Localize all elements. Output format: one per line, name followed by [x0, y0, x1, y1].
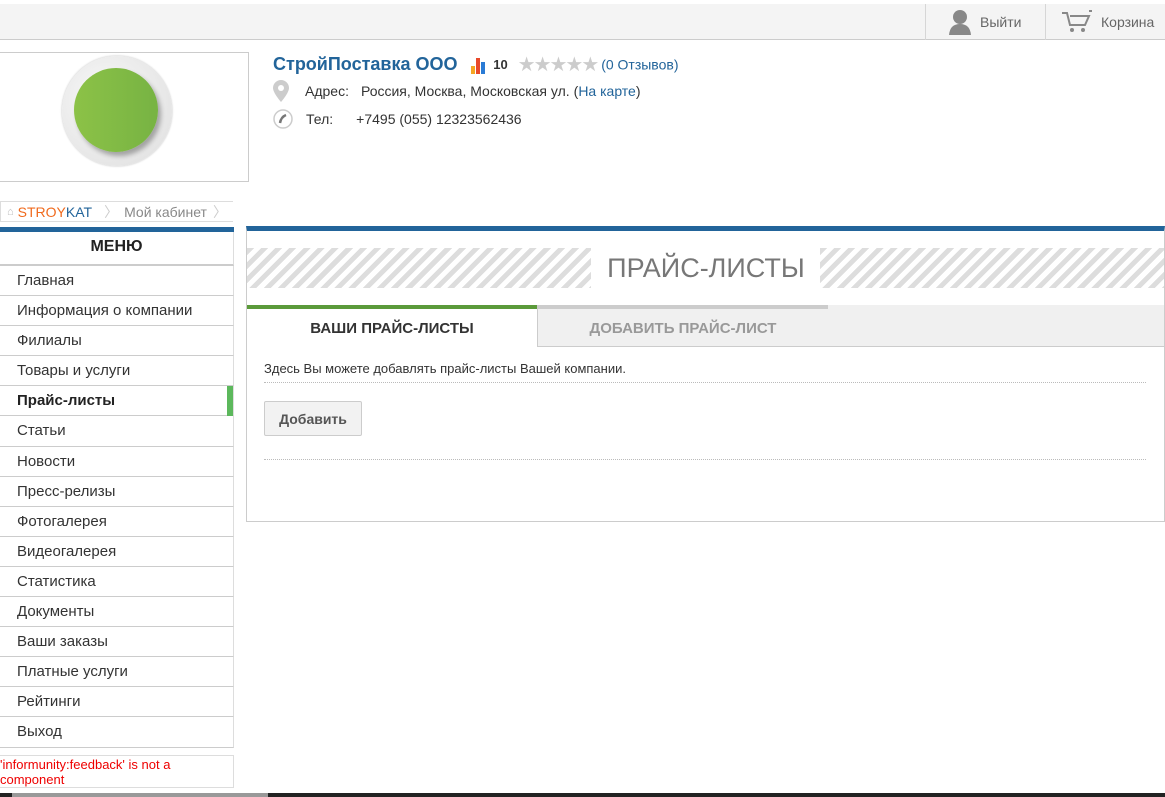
error-message: 'informunity:feedback' is not a componen… [0, 755, 234, 788]
sidebar-item[interactable]: Рейтинги [0, 687, 234, 718]
sidebar-item[interactable]: Информация о компании [0, 296, 234, 327]
company-name: СтройПоставка ООО [273, 54, 458, 74]
address-label: Адрес: [305, 83, 349, 99]
breadcrumb-home[interactable]: ⌂ STROY KAT [0, 201, 99, 222]
tab-your-price-lists[interactable]: ВАШИ ПРАЙС-ЛИСТЫ [247, 305, 537, 348]
main-panel: ПРАЙС-ЛИСТЫ ВАШИ ПРАЙС-ЛИСТЫ ДОБАВИТЬ ПР… [246, 226, 1165, 522]
company-logo [0, 52, 249, 182]
tab-add-price-list[interactable]: ДОБАВИТЬ ПРАЙС-ЛИСТ [537, 305, 828, 347]
rating-chart-icon [471, 57, 486, 74]
top-bar: Выйти Корзина [0, 0, 1165, 40]
sidebar-item[interactable]: Статистика [0, 566, 234, 598]
sidebar-item[interactable]: Выход [0, 717, 234, 748]
sidebar-item[interactable]: Фотогалерея [0, 506, 234, 537]
breadcrumb-current[interactable]: 〉 Мой кабинет 〉 [98, 201, 233, 222]
sidebar-item[interactable]: Филиалы [0, 326, 234, 357]
home-brand-b: KAT [65, 203, 93, 220]
sidebar-item[interactable]: Видеогалерея [0, 536, 234, 567]
logout-button[interactable]: Выйти [925, 4, 1045, 40]
sidebar-item[interactable]: Ваши заказы [0, 627, 234, 658]
reviews-link[interactable]: (0 Отзывов) [601, 57, 678, 73]
horizontal-scrollbar[interactable] [0, 793, 1165, 797]
sidebar-item[interactable]: Платные услуги [0, 657, 234, 688]
home-icon: ⌂ [7, 205, 14, 218]
user-icon [949, 10, 971, 35]
sidebar-item[interactable]: Главная [0, 266, 234, 297]
star-rating: ★★★★★ [517, 54, 600, 76]
cart-button[interactable]: Корзина [1045, 4, 1165, 40]
phone-icon [273, 109, 293, 129]
breadcrumb-current-label: Мой кабинет [124, 203, 207, 220]
sidebar-item[interactable]: Новости [0, 446, 234, 477]
cart-icon [1062, 10, 1092, 32]
company-header: СтройПоставка ООО 10 ★★★★★ (0 Отзывов) [273, 52, 678, 77]
logout-label: Выйти [980, 14, 1022, 30]
cart-label: Корзина [1101, 14, 1155, 30]
breadcrumb: ⌂ STROY KAT 〉 Мой кабинет 〉 [0, 201, 233, 222]
sidebar-item[interactable]: Пресс-релизы [0, 476, 234, 507]
description-text: Здесь Вы можете добавлять прайс-листы Ва… [264, 361, 1146, 383]
sidebar-item[interactable]: Статьи [0, 416, 234, 447]
divider [264, 459, 1146, 460]
tabs: ВАШИ ПРАЙС-ЛИСТЫ ДОБАВИТЬ ПРАЙС-ЛИСТ [247, 305, 1164, 348]
sidebar-item[interactable]: Документы [0, 597, 234, 628]
sidebar-menu: МЕНЮ Главная Информация о компании Филиалы… [0, 227, 234, 748]
sidebar-item[interactable]: Прайс-листы [0, 386, 234, 417]
map-link[interactable]: На карте [578, 83, 636, 99]
page-title-bar: ПРАЙС-ЛИСТЫ [247, 248, 1164, 288]
add-button[interactable]: Добавить [264, 401, 362, 436]
menu-title: МЕНЮ [0, 232, 234, 266]
phone-value: +7495 (055) 12323562436 [356, 111, 522, 127]
sidebar-item[interactable]: Товары и услуги [0, 356, 234, 387]
address-value: Россия, Москва, Московская ул. [360, 83, 570, 99]
page-title: ПРАЙС-ЛИСТЫ [607, 253, 805, 283]
phone-label: Тел: [306, 111, 334, 127]
location-pin-icon [273, 80, 289, 102]
home-brand-a: STROY [17, 203, 66, 220]
rating-value: 10 [493, 57, 508, 72]
